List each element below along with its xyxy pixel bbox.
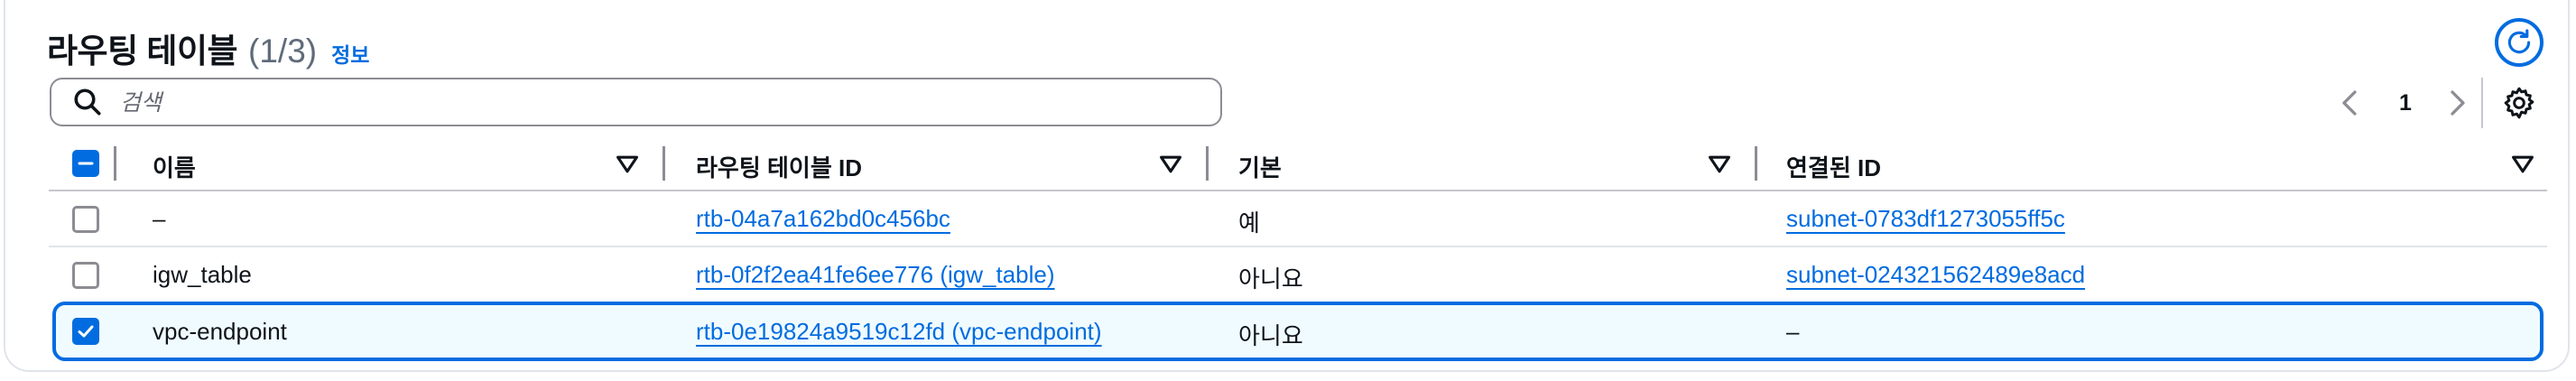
caret-down-icon[interactable]	[1159, 153, 1182, 175]
panel-header: 라우팅 테이블 (1/3) 정보	[47, 23, 369, 72]
selection-count: (1/3)	[248, 33, 318, 70]
column-header-main[interactable]: 기본	[1238, 150, 1282, 183]
route-tables-table: 이름 라우팅 테이블 ID 기본 연결된 ID – rtb-04a7a162bd…	[49, 143, 2547, 361]
column-divider[interactable]	[1206, 146, 1209, 181]
chevron-right-icon	[2451, 90, 2465, 116]
cell-route-table-id-link[interactable]: rtb-0f2f2ea41fe6ee776 (igw_table)	[696, 261, 1055, 289]
column-header-associated-id[interactable]: 연결된 ID	[1786, 150, 1881, 183]
current-page[interactable]: 1	[2399, 90, 2412, 116]
search-icon	[74, 88, 101, 116]
column-header-name[interactable]: 이름	[153, 150, 196, 183]
cell-main: 아니요	[1238, 265, 1303, 293]
cell-route-table-id-link[interactable]: rtb-04a7a162bd0c456bc	[696, 205, 950, 233]
checkmark-icon	[78, 325, 94, 338]
cell-main: 예	[1238, 209, 1260, 237]
pagination: 1	[2336, 83, 2471, 123]
chevron-left-icon	[2342, 90, 2357, 116]
caret-down-icon[interactable]	[616, 153, 639, 175]
row-checkbox-checked[interactable]	[72, 318, 99, 345]
header-divider	[49, 190, 2547, 191]
route-tables-panel: 라우팅 테이블 (1/3) 정보 1	[4, 0, 2570, 372]
cell-associated-id-link[interactable]: subnet-024321562489e8acd	[1786, 261, 2085, 289]
indeterminate-icon	[78, 162, 94, 165]
next-page-button[interactable]	[2444, 83, 2471, 123]
table-row-selected[interactable]: vpc-endpoint rtb-0e19824a9519c12fd (vpc-…	[52, 302, 2544, 361]
row-checkbox[interactable]	[72, 206, 99, 233]
cell-associated-id-link[interactable]: subnet-0783df1273055ff5c	[1786, 205, 2065, 233]
cell-name: –	[153, 205, 166, 232]
caret-down-icon[interactable]	[1708, 153, 1731, 175]
pager-divider	[2481, 78, 2483, 128]
column-divider[interactable]	[1755, 146, 1757, 181]
gear-icon	[2504, 87, 2534, 119]
row-checkbox[interactable]	[72, 262, 99, 289]
cell-name: vpc-endpoint	[153, 318, 287, 345]
cell-main: 아니요	[1238, 322, 1303, 349]
caret-down-icon[interactable]	[2511, 153, 2534, 175]
search-input[interactable]	[118, 88, 1187, 116]
column-divider[interactable]	[114, 146, 116, 181]
cell-route-table-id-link[interactable]: rtb-0e19824a9519c12fd (vpc-endpoint)	[696, 318, 1102, 346]
table-header: 이름 라우팅 테이블 ID 기본 연결된 ID	[49, 143, 2547, 186]
search-field[interactable]	[50, 78, 1222, 126]
column-header-route-table-id[interactable]: 라우팅 테이블 ID	[696, 150, 862, 183]
column-divider[interactable]	[663, 146, 665, 181]
cell-associated-id: –	[1786, 318, 1800, 345]
page-title: 라우팅 테이블	[47, 33, 238, 70]
row-divider	[49, 246, 2547, 247]
select-all-checkbox[interactable]	[72, 150, 99, 177]
preferences-button[interactable]	[2501, 85, 2537, 121]
info-link[interactable]: 정보	[331, 38, 369, 69]
refresh-button[interactable]	[2495, 18, 2544, 67]
table-row[interactable]: igw_table rtb-0f2f2ea41fe6ee776 (igw_tab…	[49, 249, 2547, 302]
table-row[interactable]: – rtb-04a7a162bd0c456bc 예 subnet-0783df1…	[49, 193, 2547, 247]
prev-page-button[interactable]	[2336, 83, 2363, 123]
refresh-icon	[2507, 29, 2531, 54]
cell-name: igw_table	[153, 261, 252, 288]
